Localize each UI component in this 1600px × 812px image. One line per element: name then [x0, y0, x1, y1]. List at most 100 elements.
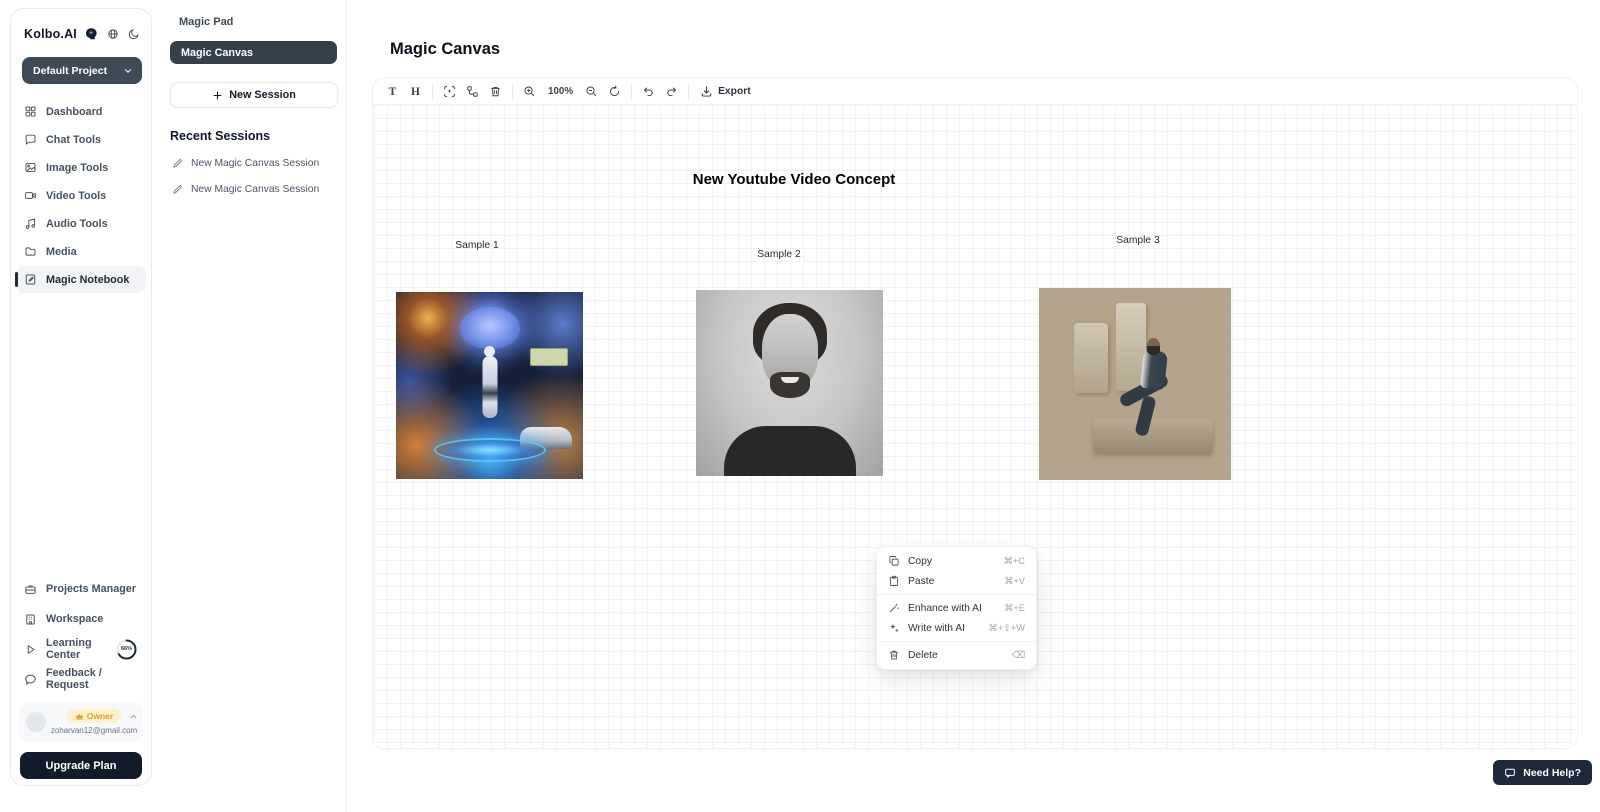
undo-button[interactable] — [637, 82, 660, 102]
sidebar-item-workspace[interactable]: Workspace — [11, 604, 151, 634]
zoom-out-button[interactable] — [580, 82, 603, 102]
context-menu-divider — [877, 641, 1036, 642]
context-menu-shortcut: ⌘+C — [1004, 556, 1025, 567]
sidebar-item-label: Image Tools — [46, 162, 108, 174]
robot-figure-shape — [482, 356, 497, 418]
notebook-icon — [24, 273, 37, 286]
page-title: Magic Canvas — [390, 40, 500, 59]
text-tool-button[interactable]: T — [381, 82, 404, 102]
session-panel: Magic Pad Magic Canvas New Session Recen… — [155, 0, 347, 812]
project-selector-label: Default Project — [33, 65, 107, 77]
dollar-bill-shape — [530, 348, 568, 366]
stone-steps-shape — [1093, 419, 1213, 453]
sidebar-item-feedback[interactable]: Feedback / Request — [11, 664, 151, 694]
app-logo: Kolbo.AI — [24, 27, 77, 41]
need-help-button[interactable]: Need Help? — [1493, 760, 1592, 785]
export-button[interactable]: Export — [694, 85, 757, 98]
flow-nodes-icon — [466, 85, 479, 98]
sample-3-image-ruins[interactable] — [1039, 288, 1231, 480]
briefcase-icon — [24, 583, 37, 596]
chevron-down-icon — [123, 66, 133, 76]
figure-beard-shape — [1147, 346, 1160, 355]
sample-1-label[interactable]: Sample 1 — [417, 240, 537, 251]
context-menu-item-copy[interactable]: Copy ⌘+C — [877, 551, 1036, 571]
paste-icon — [888, 575, 900, 587]
image-icon — [24, 161, 37, 174]
tab-magic-pad[interactable]: Magic Pad — [179, 16, 332, 28]
sidebar-item-label: Video Tools — [46, 190, 106, 202]
delete-tool-button[interactable] — [484, 82, 507, 102]
context-menu-item-delete[interactable]: Delete ⌫ — [877, 645, 1036, 665]
glow-platform-shape — [434, 438, 546, 462]
recent-sessions-heading: Recent Sessions — [170, 129, 346, 143]
feedback-icon — [24, 673, 37, 686]
crown-icon — [75, 712, 84, 721]
sample-2-image-portrait[interactable] — [696, 290, 883, 476]
language-globe-icon[interactable] — [107, 28, 119, 40]
learning-progress-ring: 66% — [115, 638, 138, 661]
help-chat-icon — [1504, 767, 1516, 779]
portrait-beard-shape — [770, 372, 810, 398]
sidebar-item-magic-notebook[interactable]: Magic Notebook — [16, 266, 146, 293]
need-help-label: Need Help? — [1523, 767, 1581, 779]
download-icon — [700, 85, 713, 98]
sidebar-item-projects-manager[interactable]: Projects Manager — [11, 574, 151, 604]
heading-tool-button[interactable]: H — [404, 82, 427, 102]
undo-icon — [642, 85, 655, 98]
redo-icon — [665, 85, 678, 98]
flow-tool-button[interactable] — [461, 82, 484, 102]
sparkles-icon — [888, 622, 900, 634]
toolbar-divider — [432, 85, 433, 99]
learning-progress-value: 66% — [115, 638, 138, 661]
context-menu-item-write-with-ai[interactable]: Write with AI ⌘+⇧+W — [877, 618, 1036, 638]
context-menu-label: Write with AI — [908, 623, 965, 634]
zoom-in-button[interactable] — [518, 82, 541, 102]
reset-view-button[interactable] — [603, 82, 626, 102]
text-tool-glyph: T — [389, 86, 397, 98]
sample-3-label[interactable]: Sample 3 — [1078, 235, 1198, 246]
zoom-out-icon — [585, 85, 598, 98]
sidebar-item-media[interactable]: Media — [16, 238, 146, 265]
new-session-button[interactable]: New Session — [170, 82, 338, 108]
session-list-item[interactable]: New Magic Canvas Session — [172, 158, 346, 169]
brain-logo-icon — [84, 27, 98, 41]
ai-select-tool-button[interactable] — [438, 82, 461, 102]
ai-robot-collage-illustration — [396, 292, 583, 479]
context-menu-item-enhance-with-ai[interactable]: Enhance with AI ⌘+E — [877, 598, 1036, 618]
sidebar-nav: Dashboard Chat Tools Image Tools Video T… — [11, 98, 151, 293]
context-menu-item-paste[interactable]: Paste ⌘+V — [877, 571, 1036, 591]
canvas-title-text[interactable]: New Youtube Video Concept — [654, 171, 934, 188]
sidebar-item-dashboard[interactable]: Dashboard — [16, 98, 146, 125]
sidebar-footer: Projects Manager Workspace Learning Cent… — [11, 574, 151, 779]
footer-item-label: Projects Manager — [46, 583, 136, 595]
context-menu-label: Enhance with AI — [908, 603, 982, 614]
tab-magic-canvas[interactable]: Magic Canvas — [170, 41, 337, 64]
chat-icon — [24, 133, 37, 146]
sidebar-item-video-tools[interactable]: Video Tools — [16, 182, 146, 209]
session-item-label: New Magic Canvas Session — [191, 158, 319, 169]
folder-icon — [24, 245, 37, 258]
sidebar-item-chat-tools[interactable]: Chat Tools — [16, 126, 146, 153]
dark-mode-moon-icon[interactable] — [128, 28, 140, 40]
sample-1-image-ai-robot[interactable] — [396, 292, 583, 479]
export-label: Export — [718, 86, 751, 97]
hologram-brain-shape — [460, 307, 520, 349]
sample-2-label[interactable]: Sample 2 — [719, 249, 839, 260]
sidebar-item-image-tools[interactable]: Image Tools — [16, 154, 146, 181]
sidebar-item-learning-center[interactable]: Learning Center 66% — [11, 634, 151, 664]
bw-portrait-illustration — [696, 290, 883, 476]
rotate-reset-icon — [608, 85, 621, 98]
footer-item-label: Workspace — [46, 613, 103, 625]
redo-button[interactable] — [660, 82, 683, 102]
ai-select-icon — [443, 85, 456, 98]
sidebar-item-audio-tools[interactable]: Audio Tools — [16, 210, 146, 237]
play-icon — [24, 643, 37, 656]
zoom-level-value: 100% — [548, 86, 573, 97]
stone-column-shape — [1074, 323, 1108, 393]
upgrade-plan-button[interactable]: Upgrade Plan — [20, 752, 142, 779]
user-account-card[interactable]: Owner zoharvan12@gmail.com — [19, 702, 143, 742]
video-icon — [24, 189, 37, 202]
project-selector[interactable]: Default Project — [22, 57, 142, 84]
canvas-grid[interactable]: New Youtube Video Concept Sample 1 Sampl… — [374, 105, 1576, 747]
session-list-item[interactable]: New Magic Canvas Session — [172, 184, 346, 195]
